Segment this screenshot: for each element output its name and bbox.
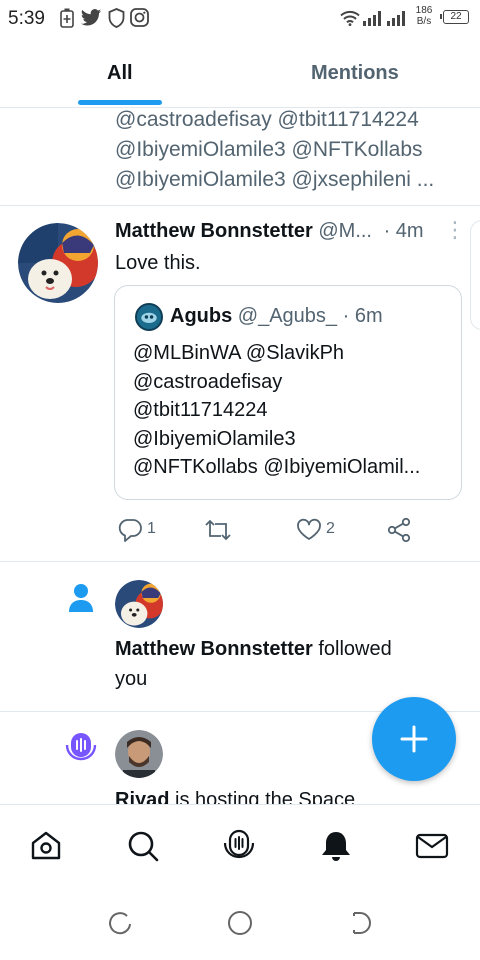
recent-apps-icon[interactable] (107, 910, 133, 936)
tab-mentions[interactable]: Mentions (311, 62, 399, 85)
spaces-mic-icon (65, 733, 97, 761)
network-speed: 186 B/s (411, 5, 437, 27)
like-count: 2 (326, 520, 335, 537)
follow-action-line2: you (115, 668, 148, 690)
bottom-nav (0, 804, 480, 884)
space-action: is hosting the Space (169, 789, 356, 804)
host-name: Riyad (115, 789, 170, 804)
like-button[interactable]: 2 (296, 517, 335, 543)
battery-indicator: 22 (440, 10, 469, 24)
prev-tweet-line: @castroadefisay @tbit11714224 (115, 109, 419, 131)
follow-action: followed (312, 638, 392, 660)
quote-avatar (135, 303, 163, 331)
reply-icon (118, 519, 142, 542)
person-icon (69, 584, 93, 612)
quote-time: · 6m (342, 305, 383, 327)
messages-icon[interactable] (415, 829, 449, 863)
wifi-icon (340, 10, 360, 26)
quote-line: @MLBinWA @SlavikPh (133, 342, 345, 364)
battery-saver-icon (60, 8, 74, 28)
active-tab-indicator (78, 100, 162, 105)
previous-tweet-text[interactable]: @castroadefisay @tbit11714224 @IbiyemiOl… (115, 109, 434, 195)
author-handle: @M... (318, 220, 372, 242)
search-icon[interactable] (126, 829, 160, 863)
quote-author: Agubs @_Agubs_ · 6m (170, 305, 383, 328)
tab-all[interactable]: All (107, 62, 133, 85)
divider (0, 205, 480, 206)
tweet-author[interactable]: Matthew Bonnstetter @M... · 4m (115, 220, 424, 243)
prev-tweet-line: @IbiyemiOlamile3 @NFTKollabs (115, 138, 423, 161)
avatar[interactable] (115, 580, 163, 628)
notifications-icon[interactable] (319, 829, 353, 863)
notification-tabs: All Mentions (0, 36, 480, 108)
retweet-button[interactable] (204, 517, 232, 543)
avatar[interactable] (18, 223, 98, 303)
signal-icon (387, 11, 405, 26)
retweet-icon (205, 519, 231, 541)
prev-tweet-line: @IbiyemiOlamile3 @jxsephileni ... (115, 168, 435, 191)
signal-icon (363, 11, 381, 26)
home-circle-icon[interactable] (227, 910, 253, 936)
status-bar: 5:39 186 B/s 22 (0, 0, 480, 36)
network-speed-value: 186 (415, 5, 433, 16)
heart-icon (297, 518, 321, 540)
quote-line: @tbit11714224 (133, 399, 268, 421)
compose-button[interactable] (372, 697, 456, 781)
back-icon[interactable] (346, 910, 372, 936)
follow-text: Matthew Bonnstetter followed you (115, 634, 392, 694)
author-name: Matthew Bonnstetter (115, 220, 313, 242)
plus-icon (400, 725, 428, 753)
reply-count: 1 (147, 520, 156, 537)
quote-line: @castroadefisay (133, 370, 283, 393)
scroll-indicator[interactable] (470, 220, 480, 330)
quote-text: @MLBinWA @SlavikPh @castroadefisay @tbit… (133, 339, 420, 482)
home-icon[interactable] (29, 829, 63, 863)
tweet-text: Love this. (115, 252, 201, 274)
share-button[interactable] (386, 517, 412, 543)
divider (0, 561, 480, 562)
instagram-icon (130, 8, 149, 27)
quote-line: @IbiyemiOlamile3 (133, 427, 296, 450)
quoted-tweet[interactable]: Agubs @_Agubs_ · 6m @MLBinWA @SlavikPh @… (114, 285, 462, 500)
follower-name: Matthew Bonnstetter (115, 638, 313, 660)
system-navigation-bar (0, 884, 480, 960)
spaces-icon[interactable] (222, 829, 256, 863)
quote-line: @NFTKollabs @IbiyemiOlamil... (133, 456, 421, 478)
quote-author-handle: @_Agubs_ (237, 305, 338, 327)
shield-icon (108, 8, 125, 28)
tweet-actions: 1 2 (0, 517, 480, 543)
network-speed-unit: B/s (416, 16, 432, 27)
twitter-icon (80, 9, 102, 26)
avatar[interactable] (115, 730, 163, 778)
reply-button[interactable]: 1 (117, 517, 156, 543)
space-text: Riyad is hosting the Space (115, 785, 355, 804)
status-time: 5:39 (8, 8, 45, 29)
share-icon (387, 517, 411, 543)
more-options-icon[interactable]: ⋮ (444, 217, 466, 243)
quote-author-name: Agubs (170, 305, 233, 327)
tweet-time: · 4m (383, 220, 424, 242)
